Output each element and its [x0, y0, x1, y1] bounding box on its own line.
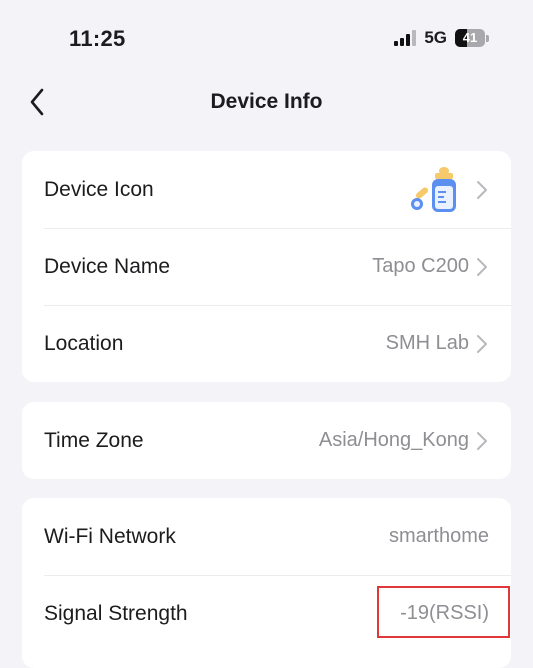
network-info-card: Wi-Fi Network smarthome Signal Strength …: [22, 498, 511, 668]
time-zone-row[interactable]: Time Zone Asia/Hong_Kong: [22, 402, 511, 479]
cellular-signal-icon: [394, 30, 417, 46]
device-name-row[interactable]: Device Name Tapo C200: [22, 228, 511, 305]
row-label: Device Icon: [44, 177, 154, 201]
chevron-right-icon: [475, 257, 489, 277]
wifi-network-row: Wi-Fi Network smarthome: [22, 498, 511, 575]
battery-icon: 41: [455, 29, 489, 47]
status-bar: 11:25 5G 41: [0, 0, 533, 80]
device-icon-row[interactable]: Device Icon: [22, 151, 511, 228]
row-label: Time Zone: [44, 428, 144, 452]
location-row[interactable]: Location SMH Lab: [22, 305, 511, 382]
device-settings-card: Device Icon Device Name Tapo C200 Locati…: [22, 151, 511, 382]
row-label: Wi-Fi Network: [44, 524, 176, 548]
page-title: Device Info: [210, 90, 323, 113]
baby-bottle-icon: [405, 164, 461, 216]
chevron-right-icon: [475, 431, 489, 451]
signal-strength-highlight: [377, 586, 510, 638]
row-value: smarthome: [388, 525, 489, 547]
network-type-label: 5G: [424, 28, 447, 47]
row-value: Asia/Hong_Kong: [318, 429, 469, 451]
chevron-right-icon: [475, 334, 489, 354]
status-indicators: 5G 41: [394, 28, 489, 48]
row-label: Location: [44, 331, 124, 355]
row-label: Signal Strength: [44, 601, 188, 625]
status-time: 11:25: [69, 26, 126, 51]
battery-percent: 41: [462, 30, 478, 45]
timezone-card: Time Zone Asia/Hong_Kong: [22, 402, 511, 479]
navigation-bar: Device Info: [0, 80, 533, 124]
row-label: Device Name: [44, 254, 171, 278]
chevron-right-icon: [475, 180, 489, 200]
row-value: Tapo C200: [372, 255, 469, 277]
row-value: SMH Lab: [385, 332, 469, 354]
